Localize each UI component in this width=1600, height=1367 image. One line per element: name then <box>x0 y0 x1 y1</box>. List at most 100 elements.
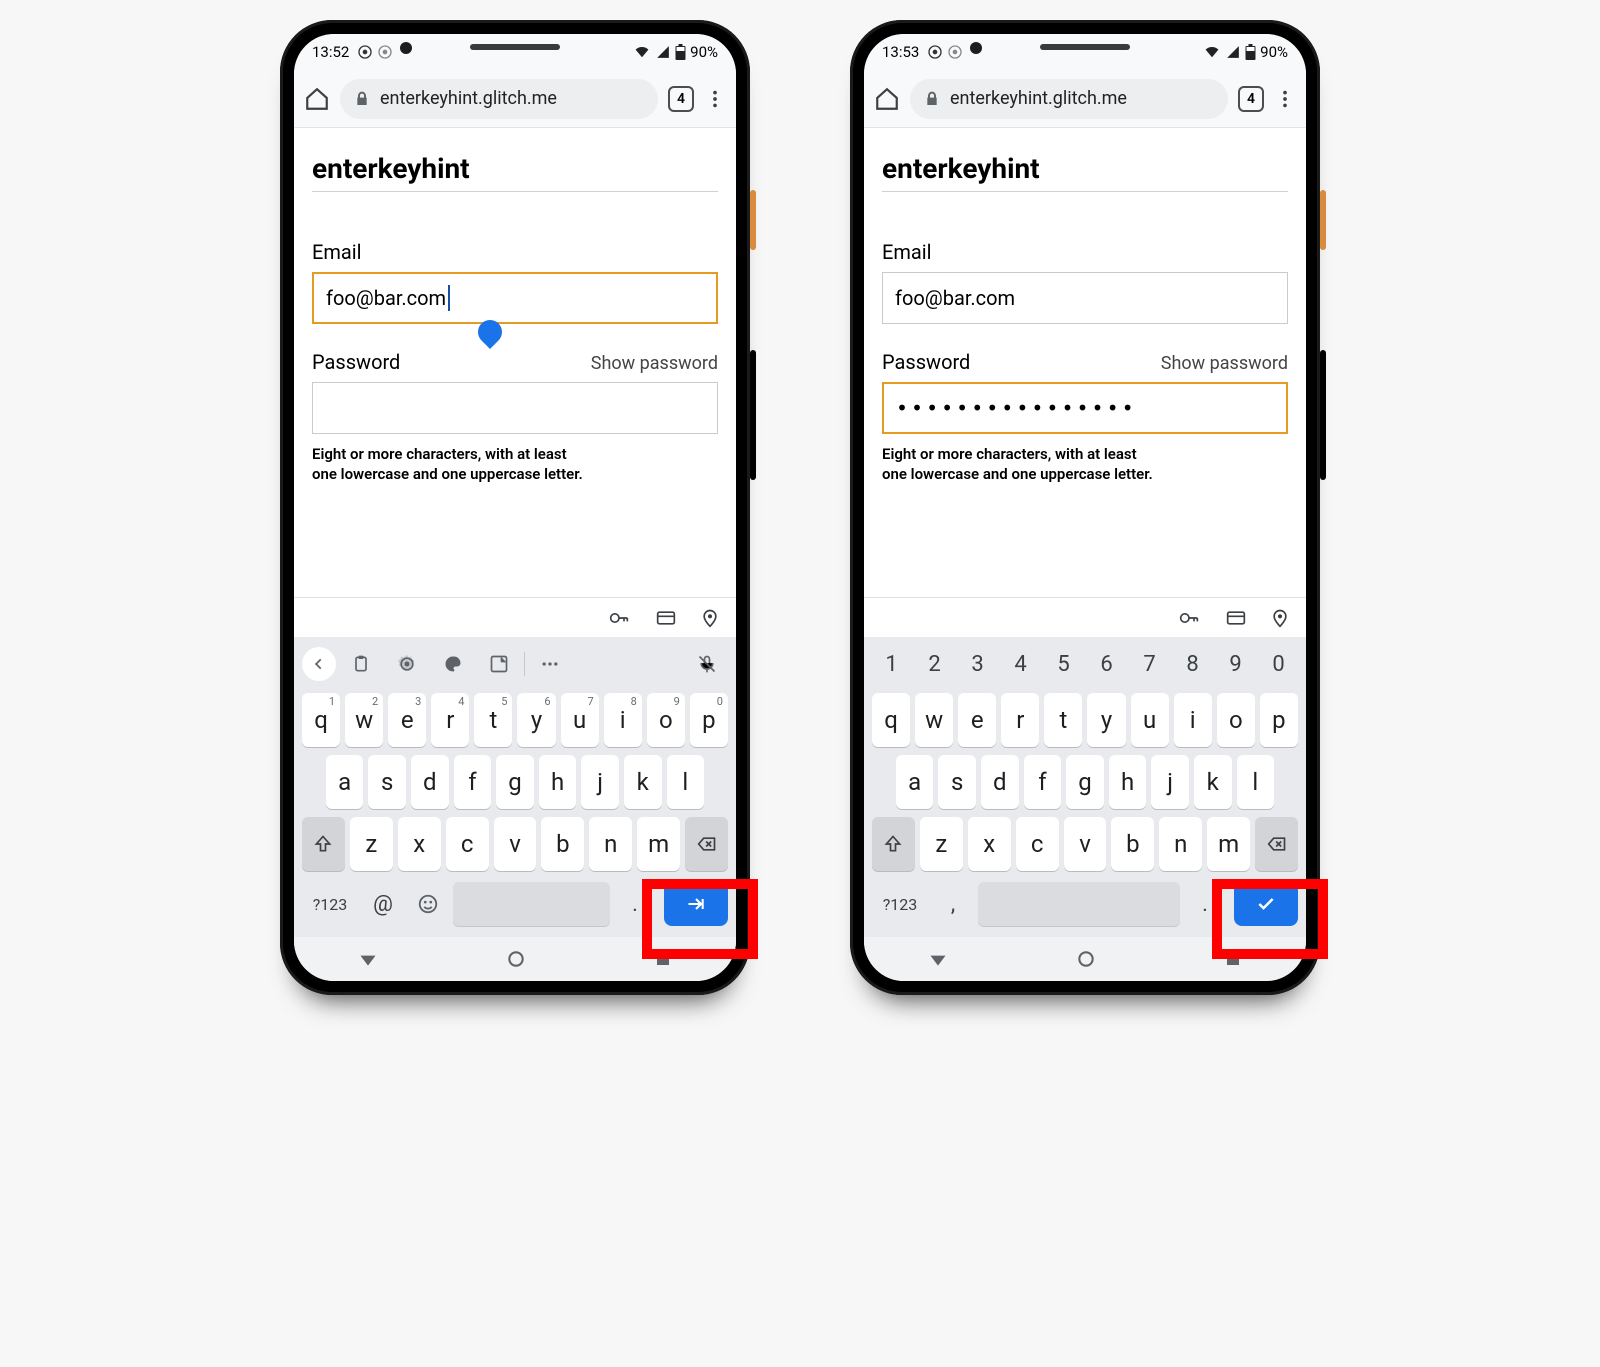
numkey-2[interactable]: 2 <box>913 643 956 685</box>
key-u[interactable]: u <box>1131 693 1169 747</box>
key-h[interactable]: h <box>1109 755 1147 809</box>
key-n[interactable]: n <box>589 817 632 871</box>
numkey-3[interactable]: 3 <box>956 643 999 685</box>
show-password-link[interactable]: Show password <box>591 353 718 374</box>
key-icon[interactable] <box>606 608 632 628</box>
key-x[interactable]: x <box>398 817 441 871</box>
tabs-button[interactable]: 4 <box>668 86 694 112</box>
power-button[interactable] <box>1320 190 1326 250</box>
location-icon[interactable] <box>1270 606 1290 630</box>
clipboard-icon[interactable] <box>340 646 382 682</box>
enter-next-key[interactable] <box>664 882 728 926</box>
numkey-0[interactable]: 0 <box>1257 643 1300 685</box>
key-w[interactable]: w2 <box>345 693 383 747</box>
numkey-9[interactable]: 9 <box>1214 643 1257 685</box>
card-icon[interactable] <box>1224 608 1248 628</box>
key-i[interactable]: i8 <box>604 693 642 747</box>
gear-icon[interactable] <box>386 646 428 682</box>
email-field[interactable]: foo@bar.com <box>312 272 718 324</box>
key-z[interactable]: z <box>920 817 963 871</box>
numkey-4[interactable]: 4 <box>999 643 1042 685</box>
sticker-icon[interactable] <box>478 646 520 682</box>
nav-recent-icon[interactable] <box>654 950 672 968</box>
home-icon[interactable] <box>874 86 900 112</box>
key-w[interactable]: w <box>915 693 953 747</box>
key-q[interactable]: q1 <box>302 693 340 747</box>
key-r[interactable]: r <box>1001 693 1039 747</box>
key-g[interactable]: g <box>496 755 534 809</box>
volume-button[interactable] <box>1320 350 1326 480</box>
more-icon[interactable] <box>529 646 571 682</box>
key-p[interactable]: p0 <box>690 693 728 747</box>
key-a[interactable]: a <box>896 755 934 809</box>
key-f[interactable]: f <box>454 755 492 809</box>
key-h[interactable]: h <box>539 755 577 809</box>
key-r[interactable]: r4 <box>431 693 469 747</box>
key-l[interactable]: l <box>667 755 705 809</box>
password-field[interactable]: •••••••••••••••• <box>882 382 1288 434</box>
key-t[interactable]: t5 <box>474 693 512 747</box>
backspace-key[interactable] <box>685 817 728 871</box>
more-icon[interactable] <box>704 88 726 110</box>
location-icon[interactable] <box>700 606 720 630</box>
numkey-1[interactable]: 1 <box>870 643 913 685</box>
show-password-link[interactable]: Show password <box>1161 353 1288 374</box>
key-d[interactable]: d <box>981 755 1019 809</box>
card-icon[interactable] <box>654 608 678 628</box>
password-field[interactable] <box>312 382 718 434</box>
key-s[interactable]: s <box>938 755 976 809</box>
address-bar[interactable]: enterkeyhint.glitch.me <box>910 79 1228 119</box>
key-i[interactable]: i <box>1174 693 1212 747</box>
spacebar[interactable] <box>978 882 1180 926</box>
key-g[interactable]: g <box>1066 755 1104 809</box>
shift-key[interactable] <box>872 817 915 871</box>
period-key[interactable]: . <box>615 879 655 929</box>
key-b[interactable]: b <box>1111 817 1154 871</box>
key-p[interactable]: p <box>1260 693 1298 747</box>
key-j[interactable]: j <box>1151 755 1189 809</box>
address-bar[interactable]: enterkeyhint.glitch.me <box>340 79 658 119</box>
key-d[interactable]: d <box>411 755 449 809</box>
nav-home-icon[interactable] <box>506 949 526 969</box>
shift-key[interactable] <box>302 817 345 871</box>
key-o[interactable]: o9 <box>647 693 685 747</box>
more-icon[interactable] <box>1274 88 1296 110</box>
key-l[interactable]: l <box>1237 755 1275 809</box>
key-s[interactable]: s <box>368 755 406 809</box>
enter-done-key[interactable] <box>1234 882 1298 926</box>
numkey-6[interactable]: 6 <box>1085 643 1128 685</box>
key-z[interactable]: z <box>350 817 393 871</box>
key-a[interactable]: a <box>326 755 364 809</box>
key-c[interactable]: c <box>446 817 489 871</box>
email-field[interactable]: foo@bar.com <box>882 272 1288 324</box>
numkey-5[interactable]: 5 <box>1042 643 1085 685</box>
tabs-button[interactable]: 4 <box>1238 86 1264 112</box>
backspace-key[interactable] <box>1255 817 1298 871</box>
nav-recent-icon[interactable] <box>1224 950 1242 968</box>
comma-key[interactable]: , <box>933 879 973 929</box>
power-button[interactable] <box>750 190 756 250</box>
key-o[interactable]: o <box>1217 693 1255 747</box>
key-m[interactable]: m <box>1207 817 1250 871</box>
symbols-key[interactable]: ?123 <box>872 879 928 929</box>
nav-back-icon[interactable] <box>928 949 948 969</box>
numkey-8[interactable]: 8 <box>1171 643 1214 685</box>
numkey-7[interactable]: 7 <box>1128 643 1171 685</box>
key-t[interactable]: t <box>1044 693 1082 747</box>
key-e[interactable]: e3 <box>388 693 426 747</box>
mic-off-icon[interactable] <box>686 646 728 682</box>
home-icon[interactable] <box>304 86 330 112</box>
key-f[interactable]: f <box>1024 755 1062 809</box>
key-icon[interactable] <box>1176 608 1202 628</box>
key-y[interactable]: y6 <box>517 693 555 747</box>
back-icon[interactable] <box>302 647 336 681</box>
spacebar[interactable] <box>453 882 610 926</box>
key-e[interactable]: e <box>958 693 996 747</box>
key-k[interactable]: k <box>624 755 662 809</box>
nav-home-icon[interactable] <box>1076 949 1096 969</box>
key-y[interactable]: y <box>1087 693 1125 747</box>
key-v[interactable]: v <box>494 817 537 871</box>
nav-back-icon[interactable] <box>358 949 378 969</box>
key-x[interactable]: x <box>968 817 1011 871</box>
key-j[interactable]: j <box>581 755 619 809</box>
